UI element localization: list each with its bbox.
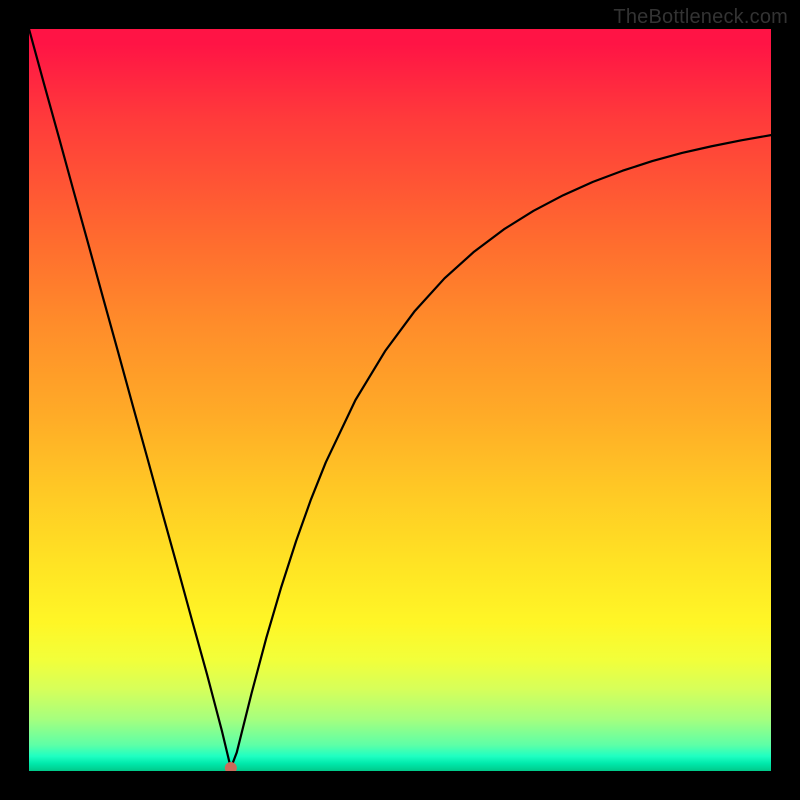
watermark-text: TheBottleneck.com: [613, 6, 788, 29]
bottleneck-curve: [29, 29, 771, 768]
optimal-point-marker: [225, 762, 237, 771]
chart-frame: TheBottleneck.com: [0, 0, 800, 800]
plot-area: [29, 29, 771, 771]
curve-layer: [29, 29, 771, 771]
